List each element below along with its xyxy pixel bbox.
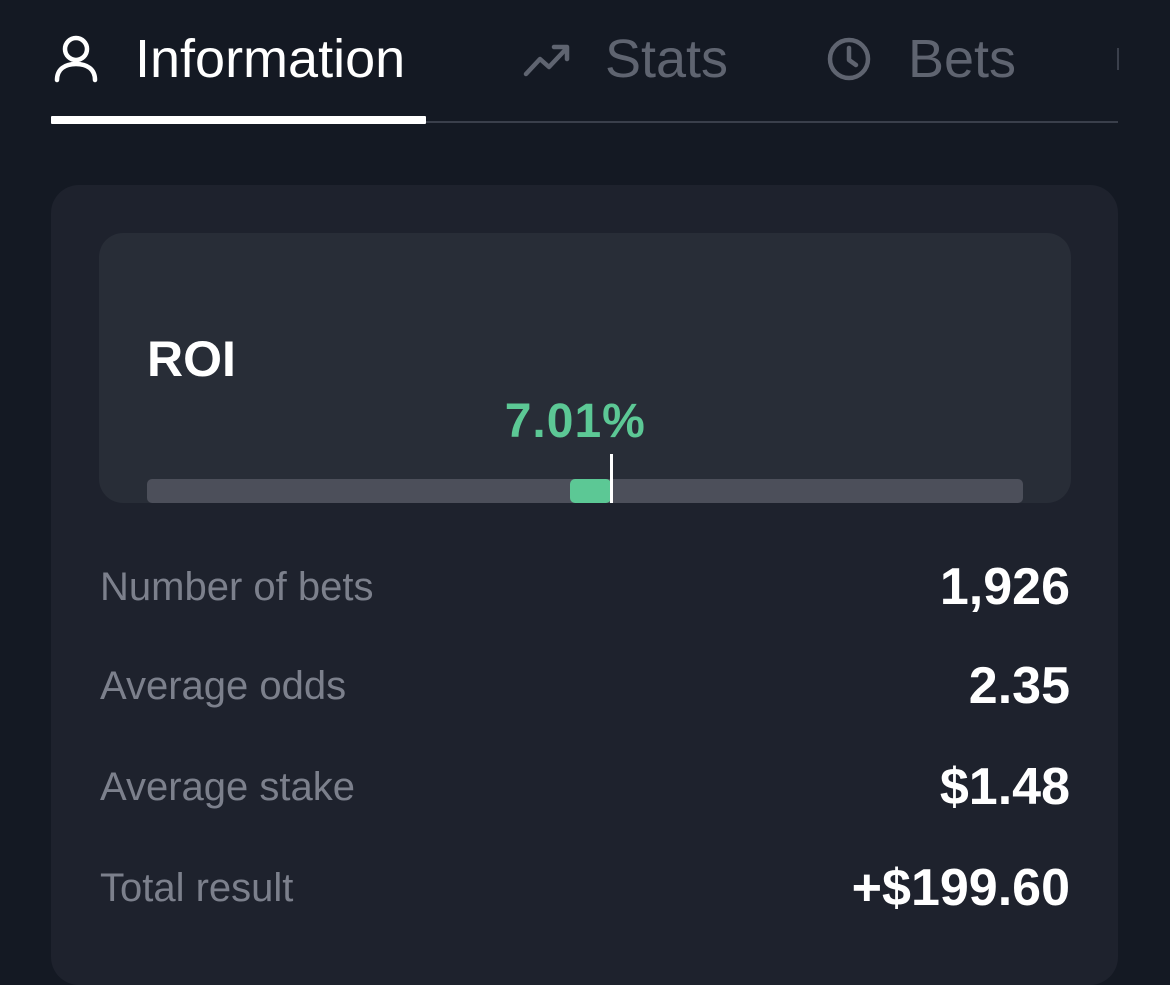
clock-icon — [827, 37, 871, 81]
roi-title: ROI — [147, 331, 236, 387]
stat-label: Number of bets — [100, 565, 374, 609]
stat-row-number-of-bets: Number of bets 1,926 — [100, 552, 1070, 622]
tab-bets[interactable]: Bets — [827, 24, 1016, 94]
stat-value: $1.48 — [939, 758, 1070, 816]
tab-overflow-indicator — [1117, 48, 1119, 70]
tab-bar: Information Stats Bets — [51, 0, 1119, 124]
tab-information[interactable]: Information — [51, 24, 405, 94]
roi-progress-track — [147, 479, 1023, 503]
tab-bets-label: Bets — [908, 29, 1017, 89]
stat-label: Average stake — [100, 765, 355, 809]
stats-card: ROI 7.01% Number of bets 1,926 Average o… — [51, 185, 1118, 985]
active-tab-indicator — [51, 116, 426, 124]
stat-row-total-result: Total result +$199.60 — [100, 853, 1070, 923]
stat-value: 2.35 — [968, 657, 1070, 715]
stat-value: 1,926 — [939, 558, 1070, 616]
stat-row-average-stake: Average stake $1.48 — [100, 752, 1070, 822]
roi-panel: ROI 7.01% — [99, 233, 1071, 503]
roi-marker — [610, 454, 614, 503]
tab-stats-label: Stats — [605, 29, 729, 89]
roi-progress-fill — [570, 479, 612, 503]
tab-information-label: Information — [135, 29, 406, 89]
stat-label: Total result — [100, 866, 294, 910]
stat-row-average-odds: Average odds 2.35 — [100, 651, 1070, 721]
stat-label: Average odds — [100, 664, 347, 708]
tab-stats[interactable]: Stats — [523, 24, 728, 94]
user-icon — [51, 34, 101, 84]
roi-value: 7.01% — [504, 395, 646, 448]
stat-value: +$199.60 — [851, 859, 1070, 917]
trending-up-icon — [523, 39, 571, 79]
